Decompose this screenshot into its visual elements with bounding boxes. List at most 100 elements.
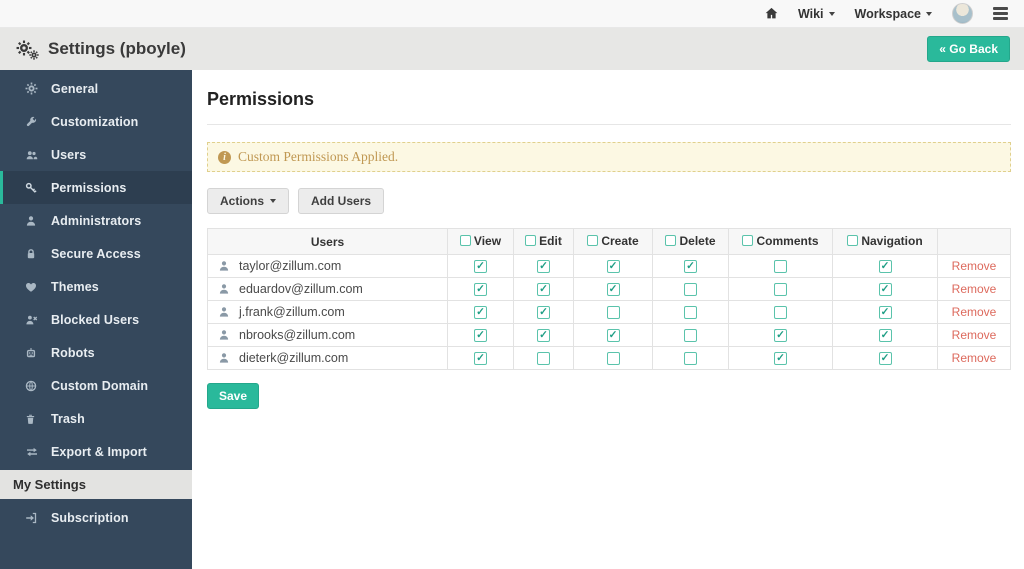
permission-checkbox[interactable]: ✓	[537, 329, 550, 342]
permission-cell: ✓	[448, 255, 514, 278]
remove-link[interactable]: Remove	[952, 351, 997, 365]
permission-checkbox[interactable]	[774, 283, 787, 296]
permission-checkbox[interactable]	[684, 283, 697, 296]
menu-icon[interactable]	[993, 7, 1008, 19]
select-all-checkbox[interactable]	[742, 235, 753, 246]
column-header-label: Users	[311, 235, 344, 249]
permission-checkbox[interactable]: ✓	[474, 306, 487, 319]
select-all-checkbox[interactable]	[587, 235, 598, 246]
permission-checkbox[interactable]: ✓	[684, 260, 697, 273]
sidebar-item-permissions[interactable]: Permissions	[0, 171, 192, 204]
toolbar: Actions Add Users	[207, 188, 1011, 214]
person-icon	[218, 352, 230, 364]
column-header-label: Edit	[539, 234, 562, 248]
sidebar-item-users[interactable]: Users	[0, 138, 192, 171]
permission-checkbox[interactable]: ✓	[474, 329, 487, 342]
sidebar-item-administrators[interactable]: Administrators	[0, 204, 192, 237]
permission-checkbox[interactable]	[684, 329, 697, 342]
page-header: Settings (pboyle) « Go Back	[0, 28, 1024, 70]
person-icon	[218, 329, 230, 341]
robot-icon	[25, 347, 39, 359]
permission-checkbox[interactable]: ✓	[537, 260, 550, 273]
permission-checkbox[interactable]: ✓	[879, 329, 892, 342]
permission-checkbox[interactable]	[684, 306, 697, 319]
permission-checkbox[interactable]	[607, 306, 620, 319]
permission-checkbox[interactable]: ✓	[607, 283, 620, 296]
permission-checkbox[interactable]: ✓	[774, 352, 787, 365]
column-header-label: Navigation	[861, 234, 922, 248]
permission-cell	[653, 347, 729, 370]
avatar[interactable]	[952, 3, 973, 24]
permission-checkbox[interactable]: ✓	[774, 329, 787, 342]
user-email: eduardov@zillum.com	[239, 282, 363, 296]
select-all-checkbox[interactable]	[525, 235, 536, 246]
permission-checkbox[interactable]: ✓	[607, 329, 620, 342]
select-all-checkbox[interactable]	[460, 235, 471, 246]
go-back-button[interactable]: « Go Back	[927, 36, 1010, 62]
permission-checkbox[interactable]	[774, 306, 787, 319]
heart-icon	[25, 281, 39, 293]
permission-checkbox[interactable]: ✓	[879, 283, 892, 296]
table-header-row: UsersViewEditCreateDeleteCommentsNavigat…	[208, 229, 1011, 255]
chevron-down-icon	[829, 12, 835, 16]
sidebar-item-trash[interactable]: Trash	[0, 402, 192, 435]
save-button[interactable]: Save	[207, 383, 259, 409]
sidebar-item-subscription[interactable]: Subscription	[0, 501, 192, 534]
page-title: Settings (pboyle)	[48, 39, 186, 59]
workspace-menu-label: Workspace	[855, 7, 921, 21]
table-row: eduardov@zillum.com ✓ ✓ ✓ ✓ Remove	[208, 278, 1011, 301]
permission-checkbox[interactable]: ✓	[537, 306, 550, 319]
sidebar-item-customization[interactable]: Customization	[0, 105, 192, 138]
select-all-checkbox[interactable]	[665, 235, 676, 246]
add-users-button[interactable]: Add Users	[298, 188, 384, 214]
sidebar-item-custom-domain[interactable]: Custom Domain	[0, 369, 192, 402]
permission-checkbox[interactable]: ✓	[474, 260, 487, 273]
gear-icon	[25, 82, 39, 95]
permissions-table: UsersViewEditCreateDeleteCommentsNavigat…	[207, 228, 1011, 370]
sidebar-item-robots[interactable]: Robots	[0, 336, 192, 369]
user-cell: nbrooks@zillum.com	[208, 324, 448, 347]
column-header-label: Create	[601, 234, 638, 248]
sidebar-item-label: Custom Domain	[51, 379, 148, 393]
permission-checkbox[interactable]	[537, 352, 550, 365]
permission-checkbox[interactable]: ✓	[474, 283, 487, 296]
users-icon	[25, 149, 39, 161]
permission-checkbox[interactable]	[684, 352, 697, 365]
permission-checkbox[interactable]: ✓	[879, 306, 892, 319]
remove-link[interactable]: Remove	[952, 259, 997, 273]
remove-link[interactable]: Remove	[952, 282, 997, 296]
user-email: nbrooks@zillum.com	[239, 328, 355, 342]
sidebar-item-general[interactable]: General	[0, 72, 192, 105]
permission-checkbox[interactable]: ✓	[474, 352, 487, 365]
sidebar-item-my-settings[interactable]: My Settings	[0, 470, 192, 499]
notice-text: Custom Permissions Applied.	[238, 149, 398, 165]
sidebar-item-label: Robots	[51, 346, 95, 360]
sidebar-item-secure-access[interactable]: Secure Access	[0, 237, 192, 270]
permission-checkbox[interactable]	[607, 352, 620, 365]
select-all-checkbox[interactable]	[847, 235, 858, 246]
column-header-label: View	[474, 234, 501, 248]
permission-cell: ✓	[833, 324, 938, 347]
home-icon[interactable]	[765, 7, 778, 20]
wiki-menu[interactable]: Wiki	[798, 7, 835, 21]
remove-link[interactable]: Remove	[952, 328, 997, 342]
remove-cell: Remove	[938, 301, 1011, 324]
permission-checkbox[interactable]: ✓	[607, 260, 620, 273]
actions-button-label: Actions	[220, 194, 264, 208]
permission-cell	[653, 278, 729, 301]
remove-link[interactable]: Remove	[952, 305, 997, 319]
permission-cell: ✓	[514, 255, 574, 278]
table-row: taylor@zillum.com✓✓✓✓✓Remove	[208, 255, 1011, 278]
workspace-menu[interactable]: Workspace	[855, 7, 932, 21]
notice-banner: i Custom Permissions Applied.	[207, 142, 1011, 172]
sidebar-item-blocked-users[interactable]: Blocked Users	[0, 303, 192, 336]
permission-checkbox[interactable]: ✓	[879, 352, 892, 365]
sidebar-item-export-import[interactable]: Export & Import	[0, 435, 192, 468]
permission-checkbox[interactable]	[774, 260, 787, 273]
permission-checkbox[interactable]: ✓	[537, 283, 550, 296]
permission-checkbox[interactable]: ✓	[879, 260, 892, 273]
actions-button[interactable]: Actions	[207, 188, 289, 214]
permission-cell	[729, 255, 833, 278]
sidebar-item-themes[interactable]: Themes	[0, 270, 192, 303]
permission-cell: ✓	[448, 278, 514, 301]
